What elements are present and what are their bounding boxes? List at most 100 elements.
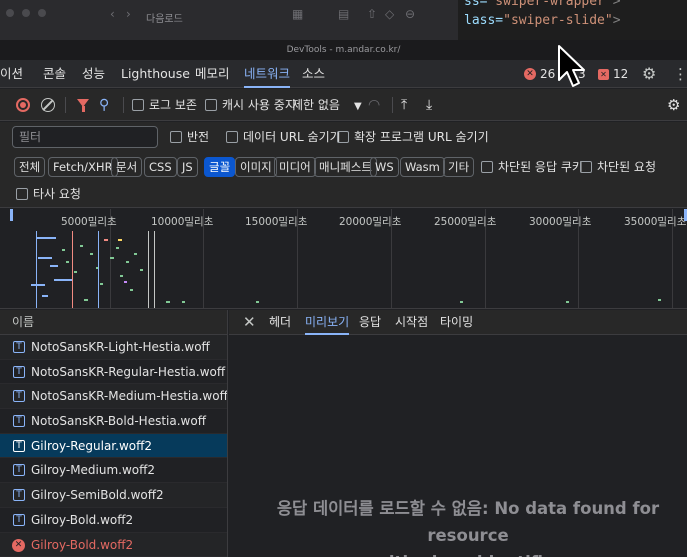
settings-gear-icon[interactable]: ⚙	[642, 64, 656, 83]
resource-type-filters: 전체 Fetch/XHR 문서 CSS JS 글꼴 이미지 미디어 매니페스트 …	[0, 152, 687, 208]
window-controls[interactable]	[6, 9, 46, 17]
chip-other[interactable]: 기타	[443, 157, 475, 177]
mouse-cursor-icon	[558, 45, 585, 87]
chip-wasm[interactable]: Wasm	[400, 157, 445, 177]
network-overview-timeline[interactable]: 5000밀리초 10000밀리초 15000밀리초 20000밀리초 25000…	[0, 209, 687, 309]
request-name: Gilroy-Bold.woff2	[31, 512, 134, 527]
code-editor-peek: ss="swiper-wrapper"> lass="swiper-slide"…	[458, 0, 687, 40]
record-stop-icon[interactable]	[16, 98, 30, 112]
timeline-tick-label: 5000밀리초	[61, 216, 117, 228]
disable-cache-checkbox[interactable]: 캐시 사용 중지	[205, 89, 296, 121]
filter-funnel-icon[interactable]	[77, 99, 89, 112]
font-file-icon: T	[13, 439, 25, 452]
chip-manifest[interactable]: 매니페스트	[314, 157, 377, 177]
blocked-requests-checkbox[interactable]: 차단된 요청	[580, 157, 656, 177]
request-name: Gilroy-Medium.woff2	[31, 463, 156, 478]
forward-icon[interactable]: ›	[126, 7, 131, 21]
chip-ws[interactable]: WS	[370, 157, 399, 177]
timeline-tick-label: 10000밀리초	[151, 216, 214, 228]
tag-icon[interactable]: ◇	[385, 7, 394, 21]
more-options-icon[interactable]: ⋮	[673, 65, 687, 83]
chevron-down-icon: ▼	[353, 101, 362, 112]
hide-data-urls-checkbox[interactable]: 데이터 URL 숨기기	[226, 127, 341, 147]
tab-console[interactable]: 콘솔	[43, 60, 66, 88]
filter-row: 반전 데이터 URL 숨기기 확장 프로그램 URL 숨기기	[0, 122, 687, 152]
error-count[interactable]: ✕ 26	[524, 67, 555, 81]
tab-sources[interactable]: 소스	[302, 60, 325, 88]
request-name: NotoSansKR-Regular-Hestia.woff	[31, 364, 226, 379]
chip-image[interactable]: 이미지	[235, 157, 277, 177]
grid-icon[interactable]: ▦	[292, 7, 303, 21]
tab-performance[interactable]: 성능	[82, 60, 105, 88]
chip-all[interactable]: 전체	[14, 157, 46, 177]
request-row[interactable]: T NotoSansKR-Bold-Hestia.woff	[0, 409, 227, 434]
timeline-tick-label: 30000밀리초	[529, 216, 592, 228]
layout-icon[interactable]: ▤	[338, 7, 349, 21]
tab-lighthouse[interactable]: Lighthouse	[121, 60, 190, 88]
tab-initiator[interactable]: 시작점	[395, 310, 428, 335]
import-har-icon[interactable]: ⤒	[401, 89, 407, 121]
tab-headers[interactable]: 헤더	[269, 310, 291, 335]
chip-document[interactable]: 문서	[111, 157, 143, 177]
search-icon[interactable]: ⚲	[99, 89, 109, 121]
blocked-response-cookies-checkbox[interactable]: 차단된 응답 쿠키	[481, 157, 583, 177]
third-party-requests-checkbox[interactable]: 타사 요청	[16, 184, 81, 204]
network-settings-gear-icon[interactable]: ⚙	[667, 89, 680, 121]
chip-fetch-xhr[interactable]: Fetch/XHR	[48, 157, 118, 177]
preserve-log-checkbox[interactable]: 로그 보존	[132, 89, 197, 121]
tab-network[interactable]: 네트워크	[244, 60, 291, 88]
request-row[interactable]: T NotoSansKR-Medium-Hestia.woff	[0, 384, 228, 410]
chip-font[interactable]: 글꼴	[204, 157, 236, 177]
tab-timing[interactable]: 타이밍	[440, 310, 473, 335]
request-name: NotoSansKR-Light-Hestia.woff	[31, 340, 210, 354]
timeline-tick-label: 25000밀리초	[434, 216, 497, 228]
request-row[interactable]: T Gilroy-Bold.woff2	[0, 508, 227, 533]
request-list: 이름 T NotoSansKR-Light-Hestia.woff T NotoSan…	[0, 310, 228, 557]
font-file-icon: T	[13, 365, 25, 378]
hide-extension-urls-checkbox[interactable]: 확장 프로그램 URL 숨기기	[337, 127, 489, 147]
request-row[interactable]: T Gilroy-Medium.woff2	[0, 458, 227, 484]
more-circle-icon[interactable]: ⊖	[405, 7, 415, 21]
timeline-tick-label: 15000밀리초	[245, 216, 308, 228]
request-row[interactable]: T Gilroy-Regular.woff2	[0, 433, 227, 459]
name-column-header[interactable]: 이름	[0, 310, 227, 335]
clear-icon[interactable]	[41, 98, 55, 112]
request-name: Gilroy-Regular.woff2	[31, 438, 152, 453]
issues-count[interactable]: ✕ 12	[598, 67, 628, 81]
request-name: NotoSansKR-Medium-Hestia.woff	[31, 389, 228, 404]
request-row[interactable]: T NotoSansKR-Regular-Hestia.woff	[0, 360, 227, 385]
request-name: Gilroy-SemiBold.woff2	[31, 488, 164, 503]
tab-memory[interactable]: 메모리	[195, 60, 230, 88]
invert-checkbox[interactable]: 반전	[170, 127, 209, 147]
font-file-icon: T	[13, 513, 25, 526]
font-file-icon: T	[13, 489, 25, 502]
font-file-icon: T	[13, 390, 25, 403]
request-name: NotoSansKR-Bold-Hestia.woff	[31, 414, 206, 429]
back-icon[interactable]: ‹	[110, 7, 115, 21]
font-file-icon: T	[13, 464, 25, 477]
detail-tabs: ✕ 헤더 미리보기 응답 시작점 타이밍	[229, 310, 687, 335]
request-row[interactable]: T Gilroy-SemiBold.woff2	[0, 483, 227, 508]
request-name: Gilroy-Bold.woff2	[31, 537, 134, 552]
tab-preview[interactable]: 미리보기	[305, 310, 350, 335]
request-detail-pane: ✕ 헤더 미리보기 응답 시작점 타이밍 응답 데이터를 로드할 수 없음: N…	[229, 310, 687, 557]
browser-tab-title[interactable]: 다음로드	[146, 10, 183, 25]
throttling-select[interactable]: 제한 없음 ▼	[292, 89, 362, 121]
font-file-icon: T	[13, 415, 25, 428]
error-icon: ✕	[12, 538, 25, 552]
tab-response[interactable]: 응답	[359, 310, 381, 335]
share-icon[interactable]: ⇧	[367, 7, 377, 21]
wifi-conditions-icon[interactable]: ◠	[368, 89, 380, 121]
export-har-icon[interactable]: ⤓	[426, 89, 432, 121]
preview-empty-message: 응답 데이터를 로드할 수 없음: No data found for reso…	[276, 499, 660, 557]
request-row[interactable]: T NotoSansKR-Light-Hestia.woff	[0, 335, 227, 360]
close-icon[interactable]: ✕	[243, 313, 256, 331]
timeline-range-handle[interactable]	[10, 209, 13, 221]
error-icon: ✕	[524, 68, 536, 80]
chip-media[interactable]: 미디어	[274, 157, 316, 177]
request-row[interactable]: ✕ Gilroy-Bold.woff2	[0, 532, 227, 557]
chip-css[interactable]: CSS	[144, 157, 177, 177]
tab-application[interactable]: 이션	[0, 60, 23, 88]
chip-js[interactable]: JS	[177, 157, 198, 177]
filter-input[interactable]	[12, 126, 158, 148]
